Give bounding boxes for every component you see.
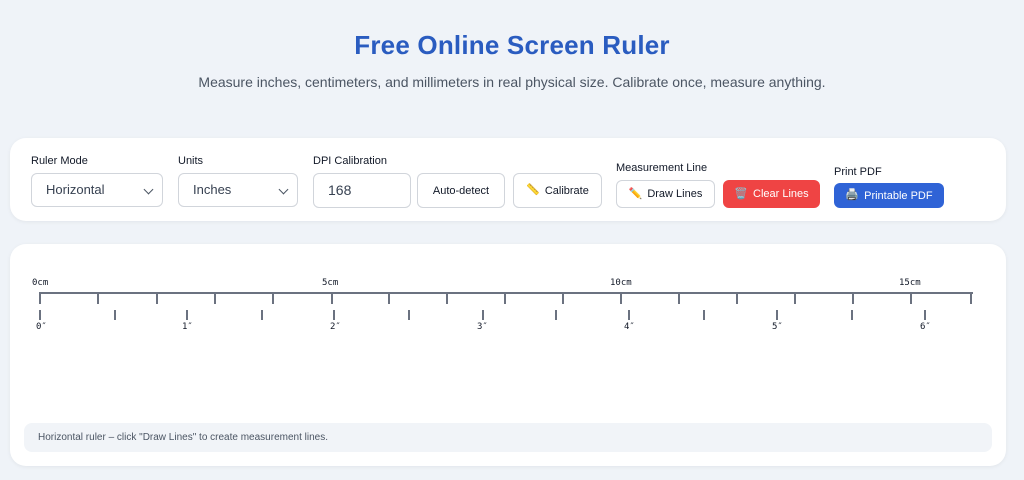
printable-pdf-label: Printable PDF — [864, 189, 933, 202]
page-subtitle: Measure inches, centimeters, and millime… — [198, 74, 826, 90]
chevron-down-icon — [278, 184, 289, 195]
ruler-card: 0cm 5cm 10cm 15cm 0″ 1″ 2″ 3″ 4″ 5″ 6″ H… — [10, 244, 1006, 466]
printer-icon: 🖨️ — [845, 189, 860, 201]
inch-label: 6″ — [920, 322, 931, 332]
ruler-mode-label: Ruler Mode — [31, 155, 88, 167]
ruler-mode-select[interactable]: Horizontal — [31, 173, 163, 207]
cm-label: 10cm — [610, 278, 632, 288]
trash-icon: 🗑️ — [734, 187, 749, 200]
page-title: Free Online Screen Ruler — [354, 30, 670, 60]
auto-detect-label: Auto-detect — [432, 184, 490, 197]
inch-label: 4″ — [624, 322, 635, 332]
inch-label: 5″ — [772, 322, 783, 332]
printable-pdf-button[interactable]: 🖨️ Printable PDF — [834, 183, 944, 208]
clear-lines-label: Clear Lines — [753, 188, 809, 200]
cm-ticks — [39, 293, 972, 304]
calibrate-label: Calibrate — [544, 184, 589, 197]
inch-ticks — [39, 310, 926, 320]
ruler-mode-value: Horizontal — [46, 182, 105, 197]
units-select[interactable]: Inches — [178, 173, 298, 207]
inch-label: 3″ — [477, 322, 488, 332]
cm-label: 15cm — [899, 278, 921, 288]
ruler[interactable]: 0cm 5cm 10cm 15cm 0″ 1″ 2″ 3″ 4″ 5″ 6″ — [10, 244, 1006, 414]
draw-lines-label: Draw Lines — [647, 188, 703, 200]
dpi-input[interactable]: 168 — [313, 173, 411, 208]
clear-lines-button[interactable]: 🗑️ Clear Lines — [723, 180, 820, 208]
inch-label: 1″ — [182, 322, 193, 332]
dpi-value: 168 — [328, 182, 352, 198]
pencil-icon: ✏️ — [628, 187, 643, 200]
cm-label: 5cm — [322, 278, 338, 288]
status-bar: Horizontal ruler – click "Draw Lines" to… — [24, 423, 992, 452]
auto-detect-button[interactable]: Auto-detect — [417, 173, 505, 208]
units-value: Inches — [193, 182, 232, 197]
chevron-down-icon — [143, 184, 154, 195]
dpi-label: DPI Calibration — [313, 155, 387, 167]
status-text: Horizontal ruler – click "Draw Lines" to… — [38, 432, 328, 443]
print-pdf-label: Print PDF — [834, 166, 882, 178]
inch-label: 0″ — [36, 322, 47, 332]
calibrate-button[interactable]: 📏 Calibrate — [513, 173, 602, 208]
controls-card: Ruler Mode Horizontal Units Inches DPI C… — [10, 138, 1006, 221]
measurement-line-label: Measurement Line — [616, 162, 708, 174]
cm-label: 0cm — [32, 278, 48, 288]
units-label: Units — [178, 155, 204, 167]
draw-lines-button[interactable]: ✏️ Draw Lines — [616, 180, 715, 208]
ruler-icon: 📏 — [526, 184, 540, 196]
inch-label: 2″ — [330, 322, 341, 332]
